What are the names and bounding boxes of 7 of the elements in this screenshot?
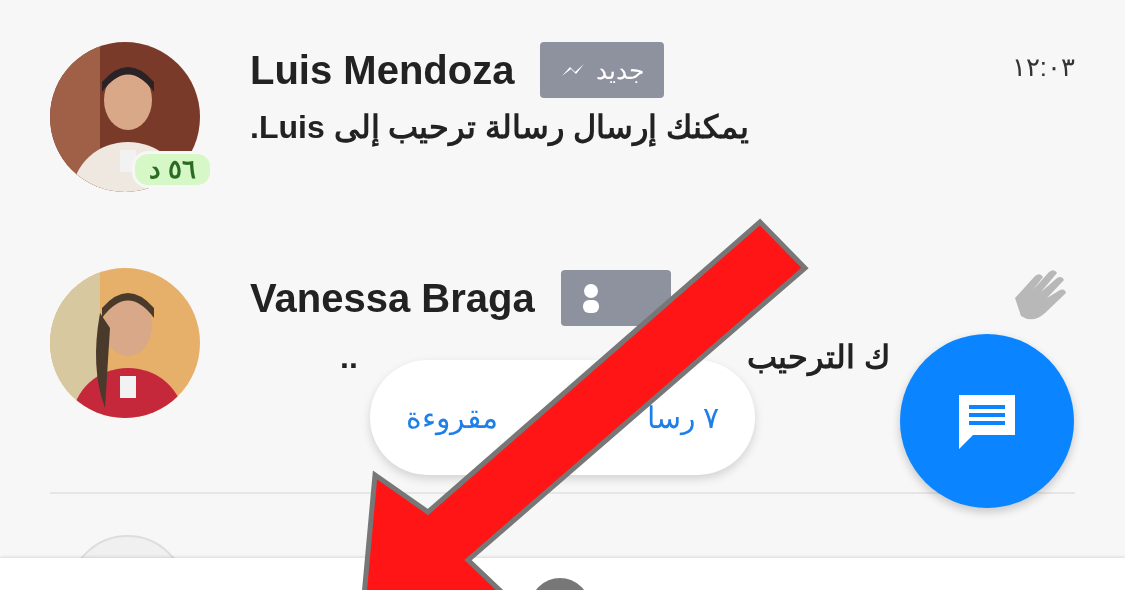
person-icon: [580, 283, 601, 313]
messenger-icon: [560, 62, 587, 78]
ellipsis: ..: [340, 338, 358, 376]
contact-name: Luis Mendoza: [250, 47, 515, 93]
message-time: ١٢:٠٣: [1011, 51, 1075, 83]
new-badge: جديد: [540, 42, 665, 98]
contact-name: Vanessa Braga: [250, 275, 535, 321]
